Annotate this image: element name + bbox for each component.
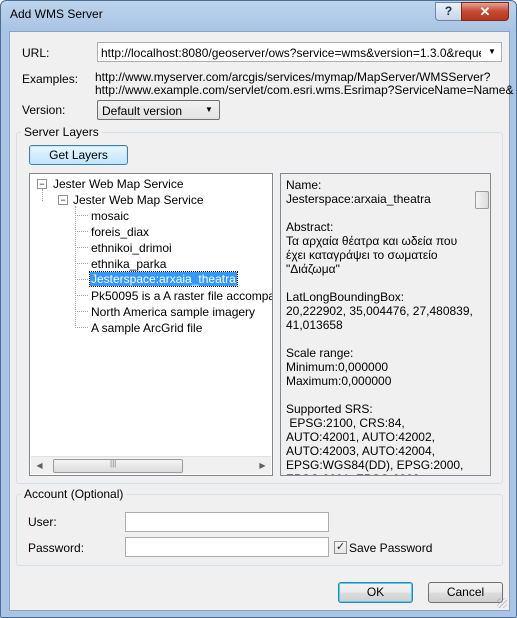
tree-layer-item[interactable]: mosaic (91, 209, 129, 223)
save-password-label[interactable]: Save Password (349, 541, 432, 555)
scroll-right-icon[interactable]: ▶ (254, 457, 271, 474)
password-label: Password: (28, 541, 85, 555)
example-url-2: http://www.example.com/servlet/com.esri.… (95, 83, 514, 97)
tree-connector (75, 327, 88, 328)
dialog-body: URL: http://localhost:8080/geoserver/ows… (9, 31, 514, 611)
tree-layer-item[interactable]: ethnikoi_drimoi (91, 241, 172, 255)
window-title: Add WMS Server (10, 7, 103, 21)
password-input[interactable] (125, 537, 329, 557)
add-wms-server-dialog: Add WMS Server ? ✕ URL: http://localhost… (0, 0, 517, 618)
chevron-down-icon: ▼ (205, 105, 213, 114)
tree-connector (75, 231, 88, 232)
scroll-left-icon[interactable]: ◀ (31, 457, 48, 474)
save-password-checkbox[interactable]: ✓ (334, 541, 347, 554)
cancel-button[interactable]: Cancel (428, 582, 503, 603)
grip-icon: ||| (110, 459, 117, 468)
version-select[interactable]: Default version ▼ (97, 100, 220, 120)
tree-connector (75, 311, 88, 312)
tree-layer-item[interactable]: foreis_diax (91, 225, 149, 239)
tree-connector (75, 247, 88, 248)
tree-layer-item[interactable]: ethnika_parka (91, 257, 166, 271)
tree-connector (42, 189, 43, 201)
version-label: Version: (22, 103, 66, 117)
account-title: Account (Optional) (21, 487, 127, 501)
close-button[interactable]: ✕ (461, 2, 509, 21)
tree-horizontal-scrollbar[interactable]: ◀ ||| ▶ (31, 456, 271, 474)
example-url-1: http://www.myserver.com/arcgis/services/… (95, 70, 491, 84)
layer-info-text: Name: Jesterspace:arxaia_theatra Abstrac… (286, 178, 473, 475)
scroll-thumb[interactable]: ||| (53, 459, 183, 473)
tree-connector (75, 215, 88, 216)
tree-connector (75, 279, 88, 280)
examples-label: Examples: (22, 72, 79, 86)
server-layers-title: Server Layers (21, 125, 102, 139)
url-label: URL: (22, 46, 50, 60)
get-layers-button[interactable]: Get Layers (29, 145, 128, 165)
tree-child-node[interactable]: Jester Web Map Service (73, 193, 204, 207)
url-input[interactable]: http://localhost:8080/geoserver/ows?serv… (101, 46, 481, 60)
tree-layer-item-selected[interactable]: Jesterspace:arxaia_theatra (89, 271, 238, 287)
collapse-icon[interactable]: − (37, 179, 47, 189)
resize-grip-icon[interactable] (497, 598, 507, 608)
layers-tree[interactable]: − Jester Web Map Service − Jester Web Ma… (29, 173, 273, 476)
collapse-icon[interactable]: − (58, 195, 68, 205)
tree-connector (75, 295, 88, 296)
tree-layer-item[interactable]: A sample ArcGrid file (91, 321, 202, 335)
ok-button[interactable]: OK (338, 582, 413, 603)
tree-layer-item[interactable]: Pk50095 is a A raster file accompanied (91, 289, 272, 303)
help-button[interactable]: ? (435, 2, 462, 21)
tree-root-node[interactable]: Jester Web Map Service (53, 177, 184, 191)
tree-connector (75, 206, 76, 328)
title-bar[interactable]: Add WMS Server ? ✕ (1, 1, 516, 31)
user-input[interactable] (125, 512, 329, 532)
tree-layer-item[interactable]: North America sample imagery (91, 305, 255, 319)
layer-info-panel[interactable]: Name: Jesterspace:arxaia_theatra Abstrac… (280, 173, 491, 476)
info-vertical-scrollbar[interactable] (473, 174, 490, 475)
tree-connector (75, 263, 88, 264)
user-label: User: (28, 515, 57, 529)
scroll-thumb[interactable] (475, 191, 489, 209)
version-selected-value: Default version (102, 104, 183, 118)
chevron-down-icon[interactable]: ▼ (485, 45, 499, 59)
url-combobox[interactable]: http://localhost:8080/geoserver/ows?serv… (97, 42, 502, 62)
